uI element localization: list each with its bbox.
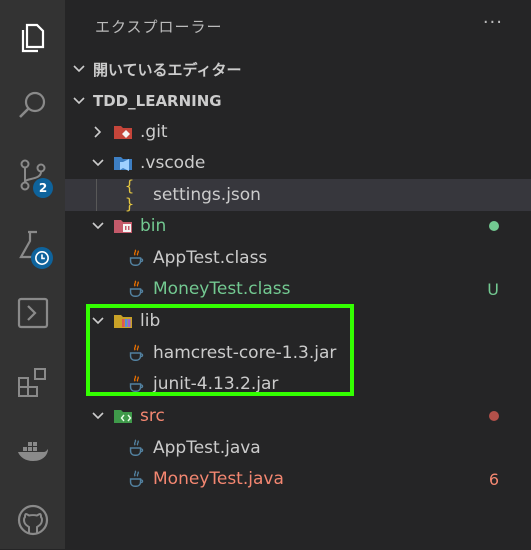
indent-guide <box>96 179 97 211</box>
chevron-right-icon <box>94 126 102 138</box>
github-activity[interactable] <box>0 490 65 550</box>
tree-item-label: .git <box>140 122 168 142</box>
tree-item-vscode[interactable]: .vscode <box>65 147 531 179</box>
tree-item-settings-json[interactable]: { } settings.json <box>65 177 531 213</box>
tree-item-label: junit-4.13.2.jar <box>153 374 279 394</box>
activity-bar: 2 <box>0 0 65 549</box>
extensions-activity[interactable] <box>0 352 65 412</box>
files-icon <box>21 23 44 53</box>
project-section[interactable]: TDD_LEARNING <box>65 85 531 117</box>
testing-activity[interactable] <box>0 215 65 275</box>
tree-item-git[interactable]: .git <box>65 116 531 148</box>
extensions-icon <box>17 368 46 397</box>
tree-item-junit-jar[interactable]: junit-4.13.2.jar <box>65 368 531 400</box>
tree-item-apptest-java[interactable]: AppTest.java <box>65 432 531 464</box>
source-folder-icon <box>112 405 134 427</box>
source-control-activity[interactable]: 2 <box>0 145 65 205</box>
chevron-down-icon <box>92 159 104 167</box>
tree-item-label: bin <box>140 216 167 236</box>
java-coffee-icon <box>125 373 147 395</box>
docker-whale-icon <box>17 442 48 461</box>
library-folder-icon <box>112 310 134 332</box>
java-coffee-icon <box>125 437 147 459</box>
tree-item-hamcrest-jar[interactable]: hamcrest-core-1.3.jar <box>65 337 531 369</box>
project-label: TDD_LEARNING <box>93 92 222 110</box>
git-status-untracked: U <box>487 279 499 299</box>
docker-activity[interactable] <box>0 422 65 482</box>
tree-item-src[interactable]: src <box>65 400 531 432</box>
binary-folder-icon <box>112 215 134 237</box>
tree-item-moneytest-java[interactable]: MoneyTest.java 6 <box>65 463 531 495</box>
java-coffee-icon <box>125 278 147 300</box>
problem-count: 6 <box>488 469 499 489</box>
error-dot-icon <box>489 411 499 421</box>
json-braces-icon: { } <box>125 177 135 213</box>
tree-item-label: hamcrest-core-1.3.jar <box>153 343 337 363</box>
terminal-box-icon <box>17 297 48 329</box>
chevron-down-icon <box>92 222 104 230</box>
github-icon <box>17 504 48 536</box>
tree-item-label: MoneyTest.class <box>153 279 291 299</box>
search-activity[interactable] <box>0 75 65 135</box>
tree-item-apptest-class[interactable]: AppTest.class <box>65 242 531 274</box>
remote-explorer-activity[interactable] <box>0 283 65 343</box>
chevron-down-icon <box>73 97 85 105</box>
tree-item-label: MoneyTest.java <box>153 469 284 489</box>
untracked-dot-icon <box>489 221 499 231</box>
chevron-down-icon <box>92 412 104 420</box>
explorer-title: エクスプローラー <box>95 18 223 36</box>
tree-item-moneytest-class[interactable]: MoneyTest.class U <box>65 273 531 305</box>
git-folder-icon <box>112 121 134 143</box>
tree-item-label: .vscode <box>140 153 206 173</box>
tree-item-label: AppTest.java <box>153 438 261 458</box>
chevron-down-icon <box>73 65 85 73</box>
tree-item-label: lib <box>140 311 161 331</box>
chevron-down-icon <box>92 317 104 325</box>
open-editors-label: 開いているエディター <box>93 60 242 79</box>
tree-item-bin[interactable]: bin <box>65 210 531 242</box>
more-actions-button[interactable]: ··· <box>483 12 503 33</box>
clock-icon <box>31 247 53 269</box>
tree-item-label: AppTest.class <box>153 248 268 268</box>
tree-item-label: src <box>140 406 165 426</box>
tree-item-lib[interactable]: lib <box>65 305 531 337</box>
java-coffee-icon <box>125 247 147 269</box>
tree-item-label: settings.json <box>153 185 261 205</box>
open-editors-section[interactable]: 開いているエディター <box>65 53 531 85</box>
explorer-sidebar: エクスプローラー ··· 開いているエディター TDD_LEARNING .gi… <box>65 0 531 549</box>
vscode-folder-icon <box>112 152 134 174</box>
java-coffee-icon <box>125 468 147 490</box>
explorer-activity[interactable] <box>0 8 65 68</box>
search-icon <box>18 91 45 118</box>
java-coffee-icon <box>125 342 147 364</box>
scm-count-badge: 2 <box>33 178 53 198</box>
